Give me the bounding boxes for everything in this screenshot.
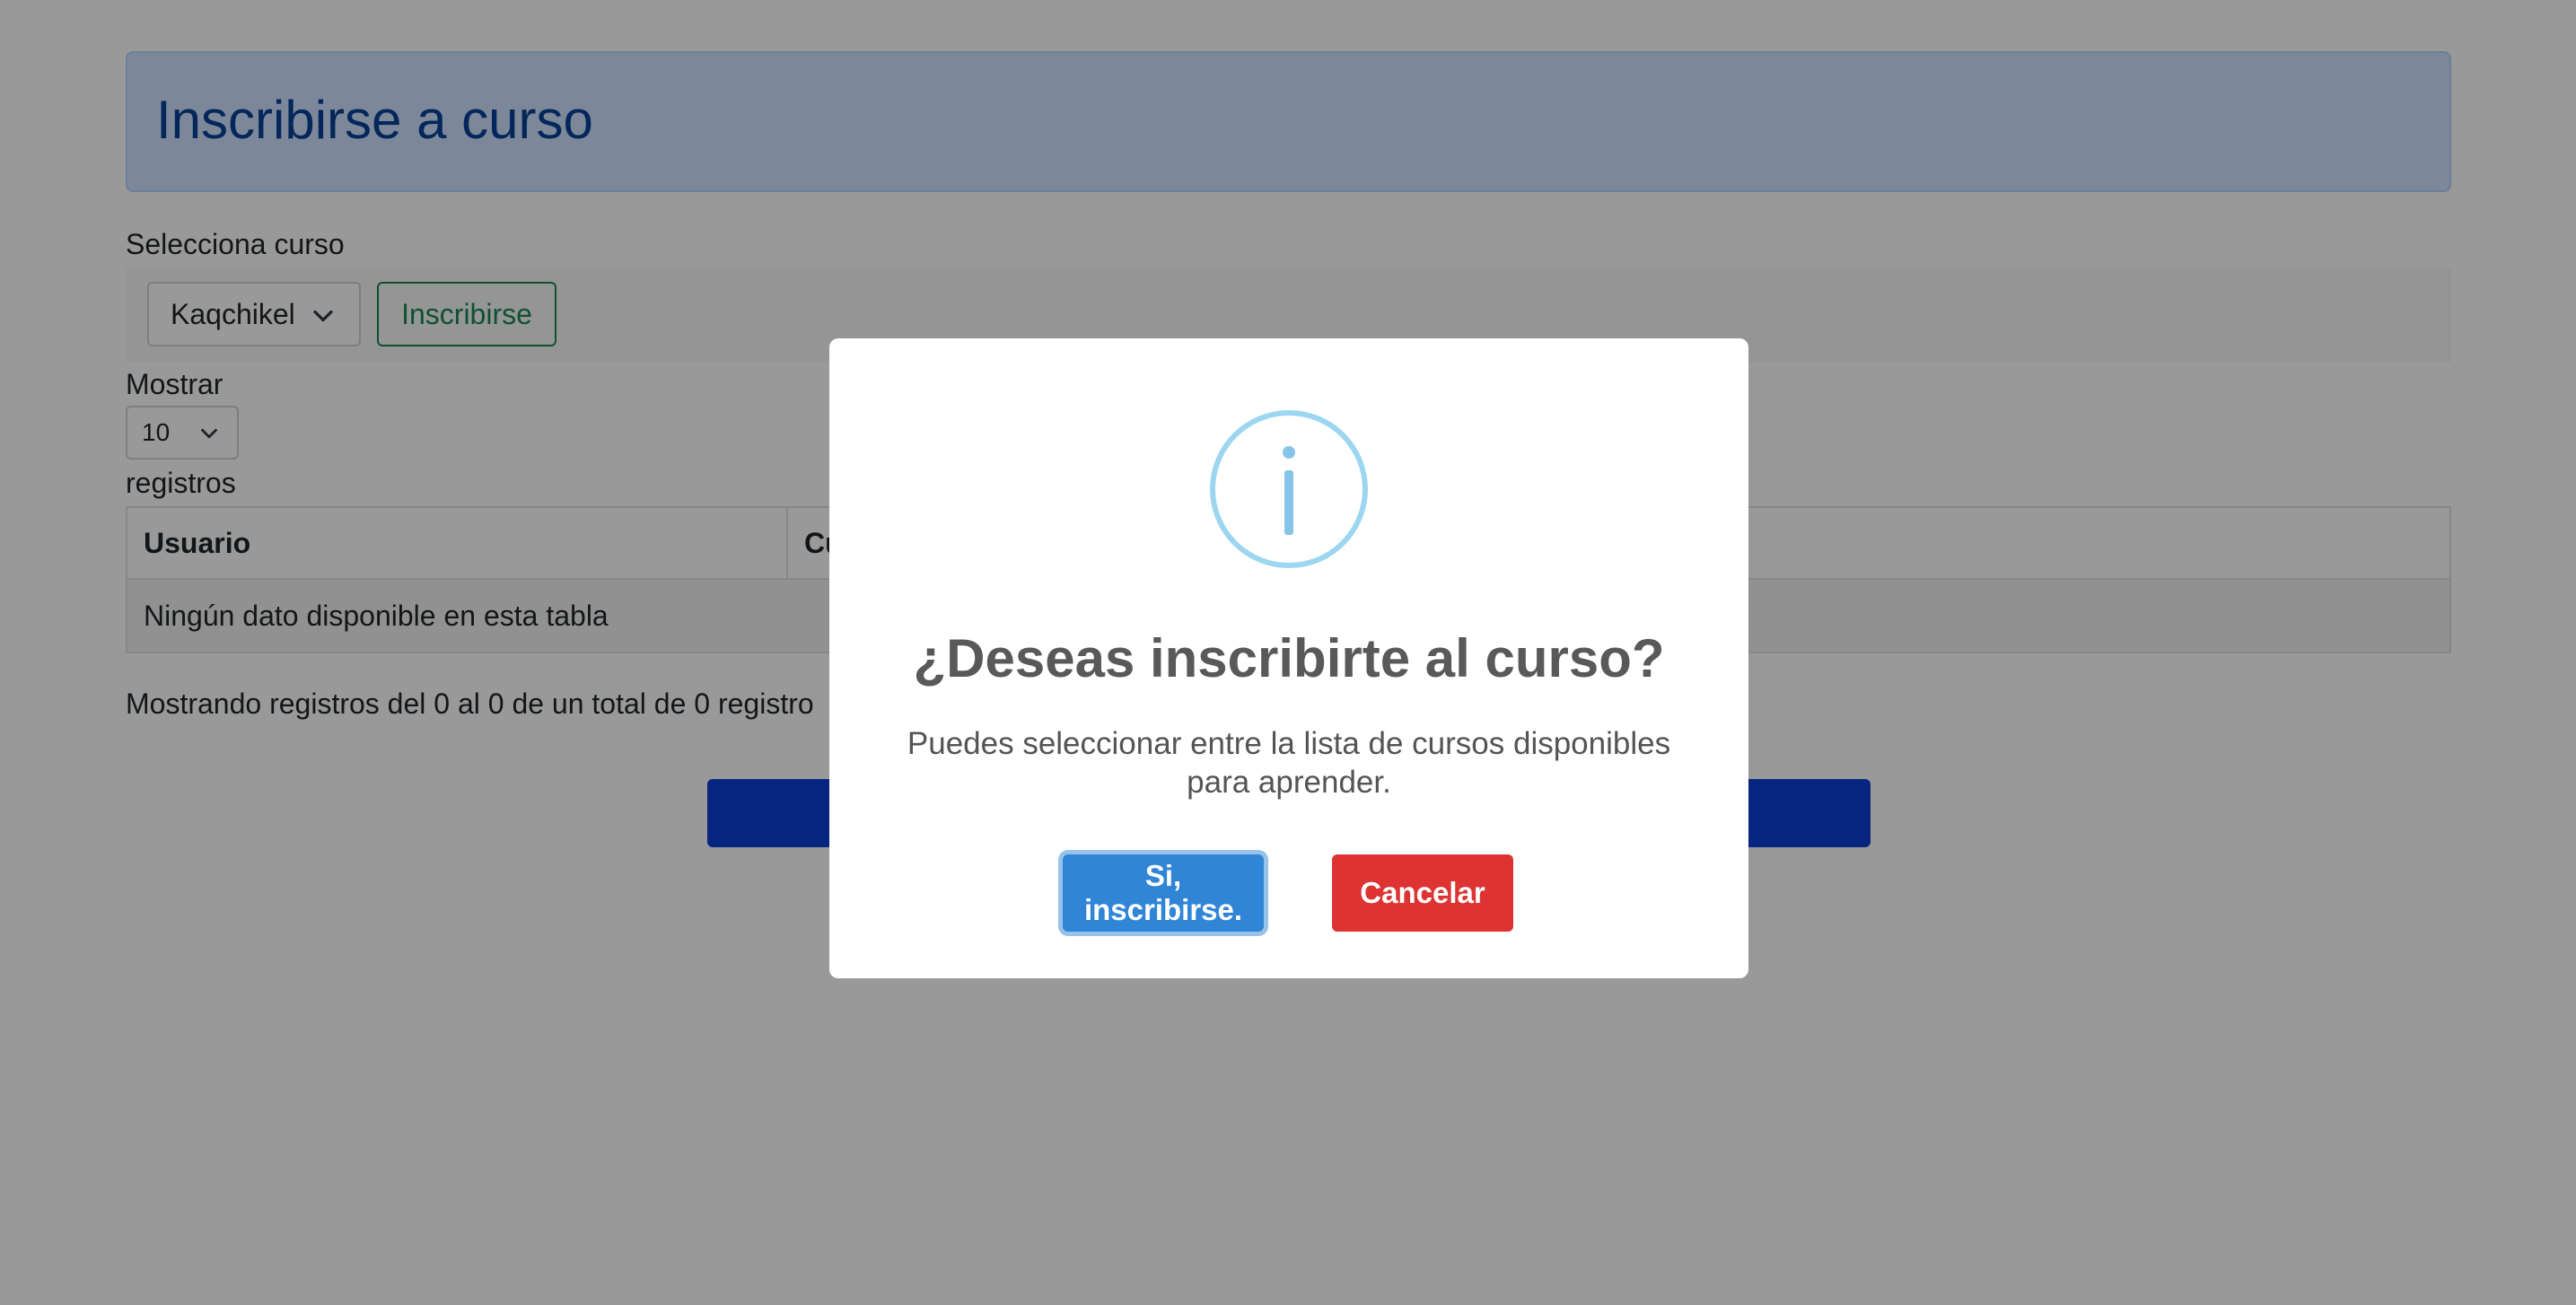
- confirm-dialog: ¿Deseas inscribirte al curso? Puedes sel…: [829, 338, 1748, 978]
- cancel-button[interactable]: Cancelar: [1332, 854, 1513, 932]
- info-icon: [1210, 410, 1368, 568]
- dialog-title: ¿Deseas inscribirte al curso?: [913, 628, 1665, 688]
- info-glyph: [1283, 446, 1295, 535]
- confirm-button[interactable]: Si, inscribirse.: [1063, 854, 1264, 932]
- dialog-text: Puedes seleccionar entre la lista de cur…: [907, 726, 1671, 800]
